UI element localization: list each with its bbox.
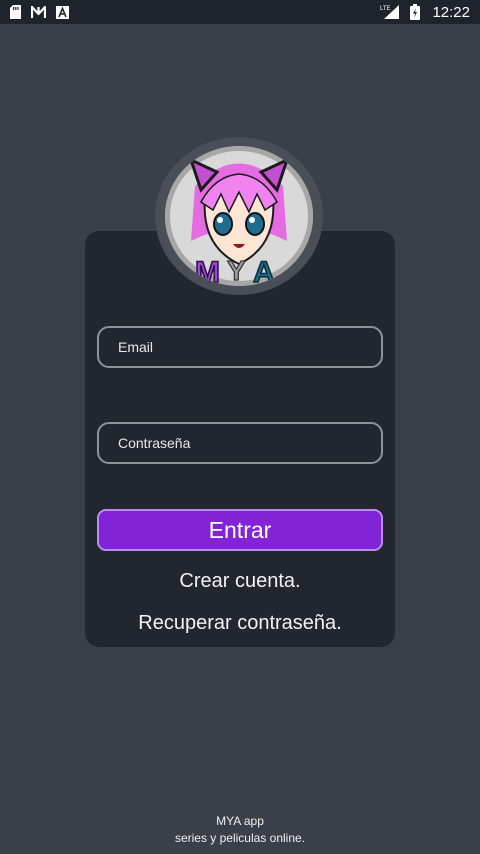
status-bar: LTE 12:22 [0, 0, 480, 24]
email-field[interactable] [97, 326, 383, 368]
n-app-icon [31, 5, 46, 19]
status-time: 12:22 [432, 3, 470, 21]
footer-subtitle: series y peliculas online. [174, 831, 306, 845]
footer-title: MYA app [216, 814, 264, 828]
password-field[interactable] [97, 422, 383, 464]
lte-label: LTE [380, 6, 391, 12]
svg-text:M: M [195, 256, 220, 286]
sd-card-icon [10, 5, 21, 19]
app-logo: M Y A [155, 137, 323, 295]
status-bar-left [10, 5, 69, 19]
recover-password-link[interactable]: Recuperar contraseña. [85, 612, 395, 635]
create-account-link[interactable]: Crear cuenta. [85, 570, 395, 593]
anime-avatar-image: M Y A [165, 146, 313, 286]
status-bar-right: LTE 12:22 [380, 4, 470, 21]
svg-text:Y: Y [227, 255, 246, 286]
font-app-icon [56, 5, 69, 19]
lte-signal-icon: LTE [380, 4, 400, 20]
svg-text:A: A [253, 256, 275, 286]
enter-button[interactable]: Entrar [97, 509, 383, 551]
enter-button-label: Entrar [208, 516, 272, 543]
battery-charging-icon [410, 4, 421, 20]
